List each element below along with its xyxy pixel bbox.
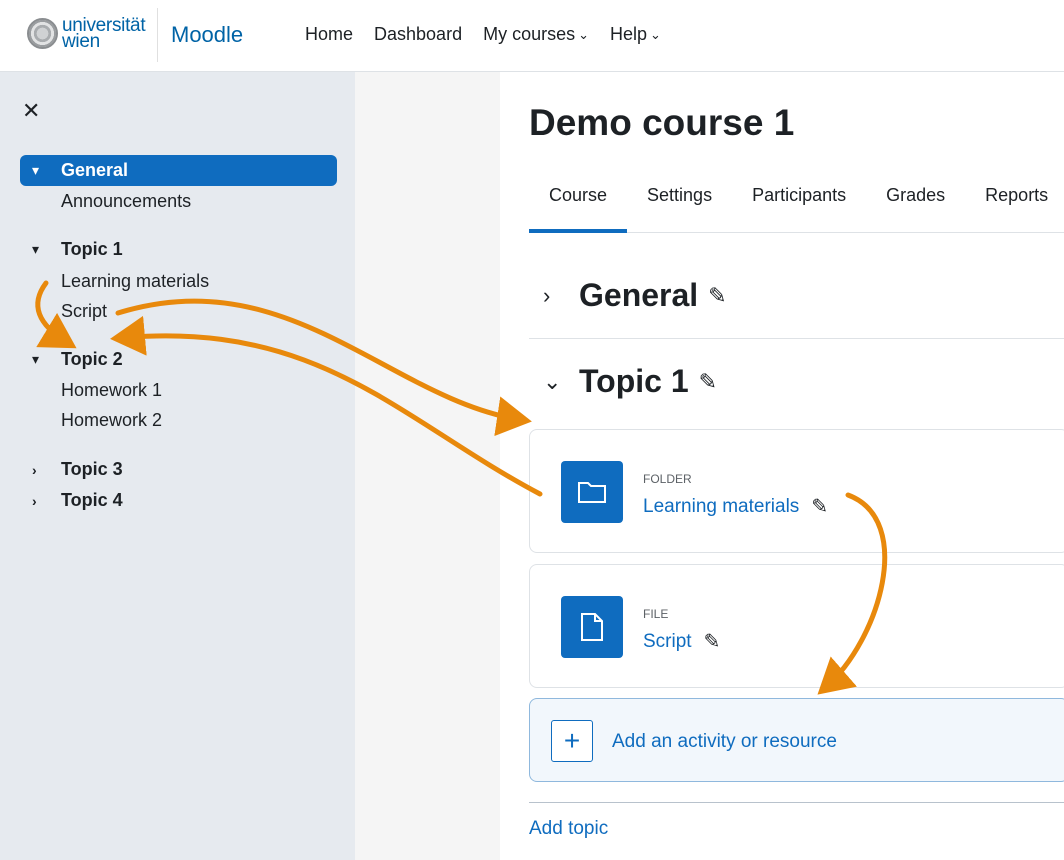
activity-learning-materials: FOLDER Learning materials ✎ bbox=[529, 429, 1064, 553]
logo-text: universität wien bbox=[62, 15, 146, 52]
chevron-down-icon[interactable]: ▾ bbox=[20, 241, 50, 258]
nav-dashboard[interactable]: Dashboard bbox=[374, 24, 462, 45]
course-index-drawer: ✕ ▾ General Announcements ▾ Topic 1 Lear… bbox=[0, 72, 355, 860]
course-index-section-topic-2[interactable]: ▾ Topic 2 bbox=[20, 344, 337, 375]
page-title: Demo course 1 bbox=[529, 102, 795, 143]
logo-divider bbox=[157, 8, 158, 62]
course-index-item-homework-1[interactable]: Homework 1 bbox=[61, 380, 162, 401]
main-content: Demo course 1 Course Settings Participan… bbox=[500, 72, 1064, 860]
university-seal-icon bbox=[27, 18, 58, 49]
section-divider bbox=[529, 338, 1064, 339]
tab-course[interactable]: Course bbox=[529, 172, 628, 233]
pencil-icon[interactable]: ✎ bbox=[708, 283, 726, 309]
chevron-down-icon[interactable]: ▾ bbox=[20, 351, 50, 368]
brand-name[interactable]: Moodle bbox=[171, 22, 243, 48]
folder-icon[interactable] bbox=[561, 461, 623, 523]
course-index-section-general[interactable]: ▾ General bbox=[20, 155, 337, 186]
course-index-section-topic-1[interactable]: ▾ Topic 1 bbox=[20, 234, 337, 265]
add-activity-button[interactable]: + Add an activity or resource bbox=[529, 698, 1064, 782]
pencil-icon[interactable]: ✎ bbox=[811, 494, 828, 519]
nav-my-courses[interactable]: My courses ⌄ bbox=[483, 24, 589, 45]
course-index-item-homework-2[interactable]: Homework 2 bbox=[61, 410, 162, 431]
activity-type-label: FOLDER bbox=[643, 472, 692, 486]
course-index-item-script[interactable]: Script bbox=[61, 301, 107, 322]
chevron-down-icon: ⌄ bbox=[578, 26, 590, 42]
close-icon[interactable]: ✕ bbox=[22, 98, 40, 124]
section-general-header: › General ✎ bbox=[529, 277, 727, 314]
page-gutter bbox=[355, 72, 500, 860]
tab-settings[interactable]: Settings bbox=[627, 172, 732, 233]
secondary-navigation: Course Settings Participants Grades Repo… bbox=[529, 172, 1064, 233]
university-logo[interactable]: universität wien bbox=[22, 12, 150, 60]
file-icon[interactable] bbox=[561, 596, 623, 658]
add-activity-label[interactable]: Add an activity or resource bbox=[612, 731, 837, 753]
tab-grades[interactable]: Grades bbox=[866, 172, 965, 233]
section-name[interactable]: Topic 1 bbox=[579, 363, 689, 400]
section-topic-1-header: ⌄ Topic 1 ✎ bbox=[529, 363, 717, 400]
add-topic-link[interactable]: Add topic bbox=[529, 818, 608, 840]
course-index-section-topic-3[interactable]: › Topic 3 bbox=[20, 454, 337, 485]
tab-participants[interactable]: Participants bbox=[732, 172, 866, 233]
nav-home[interactable]: Home bbox=[305, 24, 353, 45]
primary-navigation: Home Dashboard My courses ⌄ Help ⌄ bbox=[305, 24, 682, 45]
nav-help[interactable]: Help ⌄ bbox=[610, 24, 661, 45]
plus-icon[interactable]: + bbox=[551, 720, 593, 762]
pencil-icon[interactable]: ✎ bbox=[704, 629, 721, 654]
activity-script: FILE Script ✎ bbox=[529, 564, 1064, 688]
activity-type-label: FILE bbox=[643, 607, 669, 621]
activity-name-link[interactable]: Learning materials ✎ bbox=[643, 494, 828, 519]
course-index-section-topic-4[interactable]: › Topic 4 bbox=[20, 485, 337, 516]
chevron-down-icon[interactable]: ⌄ bbox=[529, 369, 579, 395]
chevron-right-icon[interactable]: › bbox=[529, 283, 579, 309]
chevron-right-icon[interactable]: › bbox=[20, 462, 50, 478]
top-navbar: universität wien Moodle Home Dashboard M… bbox=[0, 0, 1064, 72]
chevron-down-icon[interactable]: ▾ bbox=[20, 162, 50, 179]
add-topic-divider bbox=[529, 802, 1064, 803]
pencil-icon[interactable]: ✎ bbox=[699, 369, 717, 395]
activity-name-link[interactable]: Script ✎ bbox=[643, 629, 720, 654]
course-index-item-learning-materials[interactable]: Learning materials bbox=[61, 271, 209, 292]
course-index-item-announcements[interactable]: Announcements bbox=[61, 191, 191, 212]
tab-reports[interactable]: Reports bbox=[965, 172, 1064, 233]
section-name[interactable]: General bbox=[579, 277, 698, 314]
chevron-down-icon: ⌄ bbox=[650, 26, 661, 42]
chevron-right-icon[interactable]: › bbox=[20, 493, 50, 509]
